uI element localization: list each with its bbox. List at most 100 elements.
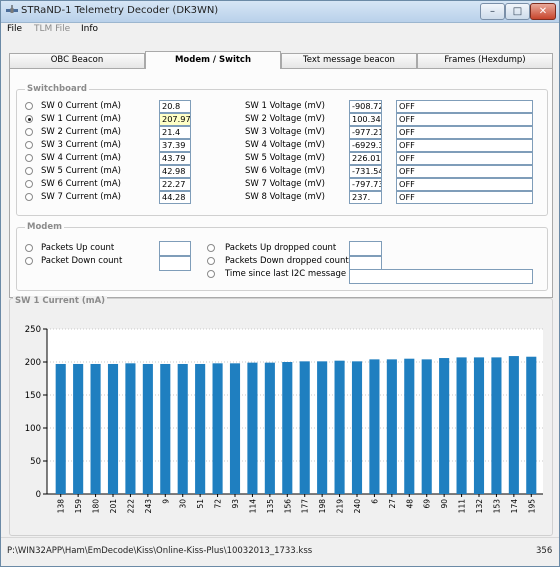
sw3-current-value[interactable]: 37.39: [159, 139, 191, 152]
sw8-voltage-value[interactable]: 237.: [349, 191, 382, 204]
packets-up-label: Packets Up count: [41, 243, 115, 253]
sw1-voltage-value[interactable]: -908.72: [349, 100, 382, 113]
packets-up-dropped-value[interactable]: [349, 241, 382, 256]
x-tick-label: 177: [301, 499, 310, 514]
sw3-current-label: SW 3 Current (mA): [41, 140, 121, 150]
time-since-i2c-value[interactable]: [349, 269, 533, 284]
sw7-state-field[interactable]: OFF: [396, 178, 533, 191]
sw7-current-radio[interactable]: [25, 193, 33, 201]
bar: [508, 356, 519, 494]
sw6-state-field[interactable]: OFF: [396, 165, 533, 178]
bar: [195, 363, 206, 494]
x-tick-label: 90: [440, 499, 449, 509]
sw4-voltage-value[interactable]: -6929.3: [349, 139, 382, 152]
sw5-current-value[interactable]: 42.98: [159, 165, 191, 178]
sw6-current-radio[interactable]: [25, 180, 33, 188]
sw4-current-radio[interactable]: [25, 154, 33, 162]
bar: [351, 361, 363, 494]
sw6-voltage-value[interactable]: -731.54: [349, 165, 382, 178]
sw8-state-field[interactable]: OFF: [396, 191, 533, 204]
sw2-state-field[interactable]: OFF: [396, 113, 533, 126]
sw6-current-label: SW 6 Current (mA): [41, 179, 121, 189]
y-tick-label: 200: [25, 358, 41, 368]
sw5-state-field[interactable]: OFF: [396, 152, 533, 165]
bar: [247, 362, 258, 494]
bar: [107, 363, 119, 494]
sw0-current-radio[interactable]: [25, 102, 33, 110]
x-tick-label: 30: [179, 499, 188, 509]
sw5-voltage-value[interactable]: 226.01: [349, 152, 382, 165]
minimize-icon: –: [490, 6, 495, 17]
sw3-current-radio[interactable]: [25, 141, 33, 149]
menu-tlm-file[interactable]: TLM File: [34, 24, 70, 34]
time-since-i2c-radio[interactable]: [207, 270, 215, 278]
close-button[interactable]: ✕: [530, 3, 556, 20]
sw0-current-value[interactable]: 20.8: [159, 100, 191, 113]
x-tick-label: 243: [144, 499, 153, 514]
sw1-current-label: SW 1 Current (mA): [41, 114, 121, 124]
sw7-voltage-value[interactable]: -797.73: [349, 178, 382, 191]
title-bar[interactable]: STRaND-1 Telemetry Decoder (DK3WN) – □ ✕: [1, 1, 559, 23]
status-count: 356: [536, 546, 553, 556]
tab-modem-switch[interactable]: Modem / Switch: [145, 51, 281, 69]
packets-up-radio[interactable]: [25, 244, 33, 252]
packets-down-dropped-radio[interactable]: [207, 257, 215, 265]
sw1-state-field[interactable]: OFF: [396, 100, 533, 113]
packets-up-dropped-radio[interactable]: [207, 244, 215, 252]
packet-down-label: Packet Down count: [41, 256, 123, 266]
x-tick-label: 69: [423, 499, 432, 509]
maximize-button[interactable]: □: [505, 3, 530, 20]
sw4-current-value[interactable]: 43.79: [159, 152, 191, 165]
bar: [404, 358, 415, 494]
tab-text-message-beacon[interactable]: Text message beacon: [281, 53, 417, 68]
sw3-voltage-value[interactable]: -977.21: [349, 126, 382, 139]
packet-down-value[interactable]: [159, 256, 191, 271]
tab-frames-hexdump[interactable]: Frames (Hexdump): [417, 53, 553, 68]
bar: [421, 359, 432, 494]
sw1-voltage-label: SW 1 Voltage (mV): [245, 101, 325, 111]
x-tick-label: 156: [283, 499, 292, 514]
y-tick-label: 50: [30, 457, 41, 467]
bar: [73, 363, 84, 494]
packets-up-dropped-label: Packets Up dropped count: [225, 243, 337, 253]
switchboard-group: Switchboard SW 0 Current (mA) 20.8 SW 1 …: [16, 84, 548, 216]
sw5-voltage-label: SW 5 Voltage (mV): [245, 153, 325, 163]
packet-down-radio[interactable]: [25, 257, 33, 265]
x-tick-label: 93: [231, 499, 240, 509]
x-tick-label: 48: [405, 499, 414, 509]
time-since-i2c-label: Time since last I2C message: [225, 269, 347, 279]
sw4-state-field[interactable]: OFF: [396, 139, 533, 152]
bar: [299, 361, 310, 494]
bar: [473, 357, 485, 494]
x-tick-label: 180: [92, 499, 101, 514]
maximize-icon: □: [512, 6, 523, 17]
x-tick-label: 9: [161, 499, 170, 504]
sw2-current-value[interactable]: 21.4: [159, 126, 191, 139]
x-tick-label: 153: [492, 499, 501, 514]
minimize-button[interactable]: –: [480, 3, 505, 20]
packets-up-value[interactable]: [159, 241, 191, 256]
sw2-current-label: SW 2 Current (mA): [41, 127, 121, 137]
sw2-current-radio[interactable]: [25, 128, 33, 136]
x-tick-label: 72: [214, 499, 223, 509]
y-tick-label: 150: [25, 391, 41, 401]
sw3-state-field[interactable]: OFF: [396, 126, 533, 139]
bar: [90, 363, 101, 494]
menu-file[interactable]: File: [7, 24, 22, 34]
bar: [177, 363, 188, 494]
sw7-voltage-label: SW 7 Voltage (mV): [245, 179, 325, 189]
y-tick-label: 250: [25, 325, 41, 335]
sw4-voltage-label: SW 4 Voltage (mV): [245, 140, 325, 150]
sw5-current-radio[interactable]: [25, 167, 33, 175]
sw7-current-value[interactable]: 44.28: [159, 191, 191, 204]
sw6-current-value[interactable]: 22.27: [159, 178, 191, 191]
sw1-current-radio[interactable]: [25, 115, 33, 123]
menu-info[interactable]: Info: [81, 24, 98, 34]
tab-obc-beacon[interactable]: OBC Beacon: [9, 53, 145, 68]
bar: [526, 356, 537, 494]
sw2-voltage-value[interactable]: 100.34: [349, 113, 382, 126]
bar: [386, 359, 397, 494]
status-bar: P:\WIN32APP\Ham\EmDecode\Kiss\Online-Kis…: [1, 537, 559, 566]
menu-bar: File TLM File Info: [1, 23, 559, 38]
sw1-current-value[interactable]: 207.97: [159, 113, 191, 126]
